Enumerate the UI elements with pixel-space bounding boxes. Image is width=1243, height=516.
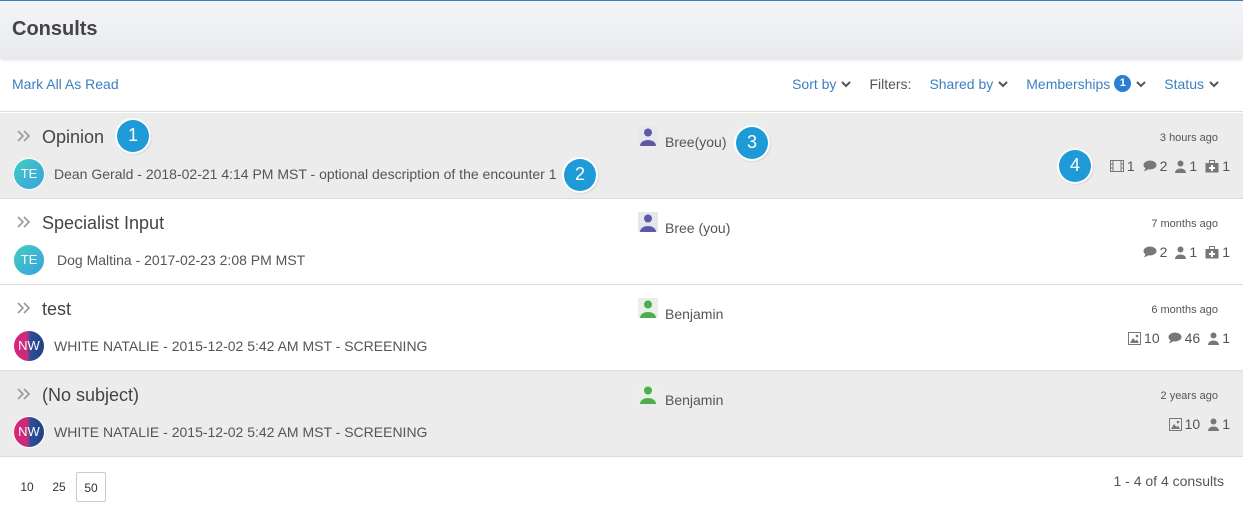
consult-row[interactable]: Opinion TE Dean Gerald - 2018-02-21 4:14…	[0, 113, 1243, 199]
consult-owner: Bree (you)	[638, 212, 730, 236]
memberships-dropdown[interactable]: Memberships 1	[1026, 75, 1147, 92]
consult-row[interactable]: Specialist Input TE Dog Maltina - 2017-0…	[0, 199, 1243, 285]
consult-subject[interactable]: Specialist Input	[42, 213, 164, 234]
consult-stats: 10 1	[1161, 416, 1230, 432]
image-icon	[1128, 331, 1142, 345]
chevron-down-icon	[1209, 80, 1219, 87]
medical-case-icon	[1205, 159, 1219, 172]
comment-icon	[1168, 332, 1182, 344]
consult-stats: 2 1 1	[1135, 244, 1230, 260]
consult-subject[interactable]: test	[42, 299, 71, 320]
case-count: 1	[1205, 158, 1230, 174]
owner-name: Benjamin	[665, 306, 724, 322]
toolbar: Mark All As Read Sort by Filters: Shared…	[0, 58, 1243, 112]
sort-by-dropdown[interactable]: Sort by	[792, 75, 852, 92]
film-icon	[1109, 160, 1124, 172]
image-count: 10	[1128, 330, 1160, 346]
consult-subject[interactable]: (No subject)	[42, 385, 139, 406]
page-size-option[interactable]: 25	[44, 472, 74, 502]
callout-marker: 4	[1059, 150, 1091, 182]
member-count: 1	[1175, 244, 1197, 260]
comment-count: 46	[1168, 330, 1200, 346]
consult-owner: Benjamin	[638, 298, 723, 322]
mark-all-read-link[interactable]: Mark All As Read	[12, 76, 119, 92]
callout-marker: 1	[117, 120, 149, 152]
status-label: Status	[1164, 75, 1204, 92]
consult-time: 7 months ago	[1151, 218, 1218, 230]
consult-owner: Bree(you)	[638, 126, 726, 150]
user-icon	[638, 298, 658, 318]
consult-time: 6 months ago	[1151, 304, 1218, 316]
user-icon	[638, 384, 658, 404]
user-icon	[1208, 332, 1220, 345]
comment-count: 2	[1143, 244, 1167, 260]
consult-subject[interactable]: Opinion	[42, 127, 104, 148]
user-icon	[1175, 160, 1187, 173]
consult-stats: 1 2 1 1	[1102, 158, 1230, 174]
toolbar-controls: Sort by Filters: Shared by Memberships 1…	[774, 75, 1219, 92]
member-count: 1	[1175, 158, 1197, 174]
sort-by-label: Sort by	[792, 75, 837, 92]
comment-icon	[1143, 160, 1157, 172]
double-chevron-right-icon[interactable]	[16, 386, 32, 402]
medical-case-icon	[1205, 245, 1219, 258]
consult-owner: Benjamin	[638, 384, 723, 408]
page-size-option[interactable]: 10	[12, 472, 42, 502]
callout-marker: 2	[564, 159, 596, 191]
double-chevron-right-icon[interactable]	[16, 300, 32, 316]
chevron-down-icon	[841, 80, 852, 87]
result-count: 1 - 4 of 4 consults	[1113, 473, 1224, 489]
avatar: NW	[13, 330, 45, 362]
chevron-down-icon	[998, 80, 1008, 87]
filters-label: Filters:	[869, 75, 912, 92]
comment-icon	[1143, 246, 1157, 258]
member-count: 1	[1208, 330, 1230, 346]
consult-time: 2 years ago	[1160, 390, 1218, 402]
double-chevron-right-icon[interactable]	[16, 214, 32, 230]
shared-by-label: Shared by	[929, 75, 994, 92]
owner-name: Bree (you)	[665, 220, 731, 236]
page-size-selector: 10 25 50	[12, 472, 108, 502]
member-count: 1	[1208, 416, 1230, 432]
page-size-option-active[interactable]: 50	[76, 472, 106, 502]
callout-marker: 3	[736, 127, 768, 159]
user-icon	[638, 126, 658, 146]
avatar: TE	[13, 244, 45, 276]
video-count: 1	[1109, 158, 1135, 174]
avatar: TE	[13, 158, 45, 190]
consult-description: WHITE NATALIE - 2015-12-02 5:42 AM MST -…	[54, 338, 428, 354]
case-count: 1	[1205, 244, 1230, 260]
shared-by-dropdown[interactable]: Shared by	[929, 76, 1008, 92]
chevron-down-icon	[1136, 80, 1147, 87]
consult-row[interactable]: (No subject) NW WHITE NATALIE - 2015-12-…	[0, 371, 1243, 457]
user-icon	[1208, 418, 1220, 431]
consult-time: 3 hours ago	[1159, 132, 1218, 144]
user-icon	[638, 212, 658, 232]
owner-name: Bree(you)	[665, 134, 727, 150]
memberships-label: Memberships	[1026, 75, 1111, 92]
status-dropdown[interactable]: Status	[1164, 76, 1219, 92]
consult-row[interactable]: test NW WHITE NATALIE - 2015-12-02 5:42 …	[0, 285, 1243, 371]
image-icon	[1168, 417, 1182, 431]
consult-stats: 10 46 1	[1120, 330, 1230, 346]
avatar: NW	[13, 416, 45, 448]
consult-description: WHITE NATALIE - 2015-12-02 5:42 AM MST -…	[54, 424, 428, 440]
memberships-count-badge: 1	[1114, 75, 1132, 92]
page-title: Consults	[12, 18, 98, 40]
consult-description: Dean Gerald - 2018-02-21 4:14 PM MST - o…	[54, 166, 557, 182]
comment-count: 2	[1143, 158, 1167, 174]
page-header: Consults	[0, 0, 1243, 58]
user-icon	[1175, 246, 1187, 259]
double-chevron-right-icon[interactable]	[16, 128, 32, 144]
owner-name: Benjamin	[665, 392, 724, 408]
consult-description: Dog Maltina - 2017-02-23 2:08 PM MST	[57, 252, 306, 268]
image-count: 10	[1168, 416, 1200, 432]
